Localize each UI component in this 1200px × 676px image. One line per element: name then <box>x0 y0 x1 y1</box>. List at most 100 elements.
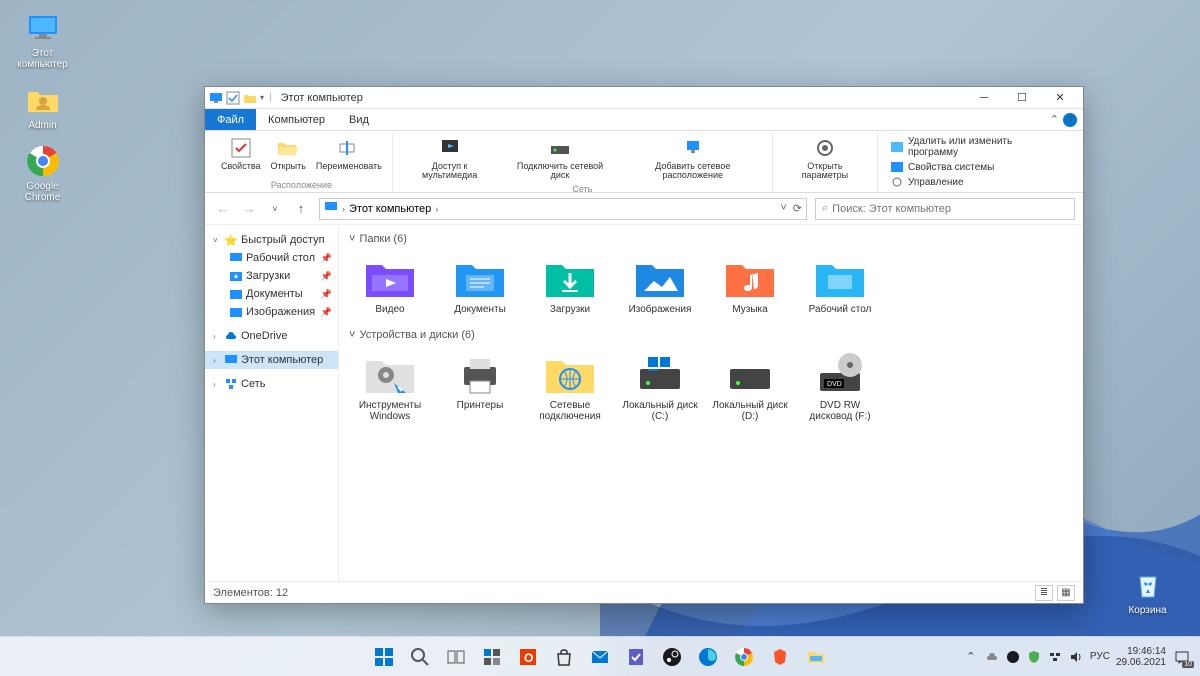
forward-button[interactable]: → <box>239 199 259 219</box>
folder-music[interactable]: Музыка <box>709 251 791 319</box>
search-input[interactable] <box>832 203 1068 215</box>
ribbon-tabs: Файл Компьютер Вид ⌃ ? <box>205 109 1083 131</box>
tab-computer[interactable]: Компьютер <box>256 109 337 130</box>
start-button[interactable] <box>368 641 400 673</box>
item-printers[interactable]: Принтеры <box>439 347 521 426</box>
refresh-icon[interactable]: ⟳ <box>793 202 802 215</box>
view-icons-button[interactable]: ▦ <box>1057 585 1075 601</box>
folder-icon[interactable] <box>243 91 257 105</box>
desktop-icon-admin[interactable]: Admin <box>10 82 75 131</box>
chevron-right-icon[interactable]: › <box>342 204 345 214</box>
desktop-icon-chrome[interactable]: Google Chrome <box>10 143 75 203</box>
ribbon-map-drive[interactable]: Подключить сетевой диск <box>502 133 617 182</box>
ribbon-uninstall[interactable]: Удалить или изменить программу <box>888 135 1067 159</box>
folder-pictures[interactable]: Изображения <box>619 251 701 319</box>
close-button[interactable]: ✕ <box>1041 87 1079 109</box>
desktop-icon-recycle-bin[interactable]: Корзина <box>1115 567 1180 616</box>
tree-network[interactable]: ›Сеть <box>205 375 338 393</box>
ribbon-open-settings[interactable]: Открыть параметры <box>779 133 871 182</box>
steam-tray-icon[interactable] <box>1005 649 1021 665</box>
taskbar-app-steam[interactable] <box>656 641 688 673</box>
ribbon-add-network[interactable]: Добавить сетевое расположение <box>620 133 766 182</box>
ribbon-open[interactable]: Открыть <box>267 133 310 178</box>
taskbar-app-chrome[interactable] <box>728 641 760 673</box>
ribbon-properties[interactable]: Свойства <box>217 133 265 178</box>
maximize-button[interactable]: ☐ <box>1003 87 1041 109</box>
checkbox-icon[interactable] <box>226 91 240 105</box>
ribbon-system-props[interactable]: Свойства системы <box>888 160 1067 174</box>
taskbar-app-office[interactable]: O <box>512 641 544 673</box>
pin-icon[interactable]: 📌 <box>321 253 332 264</box>
clock[interactable]: 19:46:14 29.06.2021 <box>1116 646 1166 668</box>
search-icon: ⌕ <box>822 202 828 215</box>
taskbar-app-store[interactable] <box>548 641 580 673</box>
item-dvd-drive[interactable]: DVDDVD RW дисковод (F:) <box>799 347 881 426</box>
monitor-icon <box>324 200 338 217</box>
item-local-disk-d[interactable]: Локальный диск (D:) <box>709 347 791 426</box>
chevron-down-icon[interactable]: ˅ <box>213 236 221 245</box>
tree-onedrive[interactable]: ›OneDrive <box>205 327 338 345</box>
section-drives-header[interactable]: ˅Устройства и диски (6) <box>349 329 1073 341</box>
security-tray-icon[interactable] <box>1026 649 1042 665</box>
volume-tray-icon[interactable] <box>1068 649 1084 665</box>
widgets-button[interactable] <box>476 641 508 673</box>
tray-overflow-icon[interactable]: ⌃ <box>963 649 979 665</box>
breadcrumb-segment[interactable]: Этот компьютер <box>349 203 431 215</box>
search-box[interactable]: ⌕ <box>815 198 1075 220</box>
folder-desktop[interactable]: Рабочий стол <box>799 251 881 319</box>
svg-text:DVD: DVD <box>827 381 842 388</box>
item-windows-tools[interactable]: Инструменты Windows <box>349 347 431 426</box>
network-tray-icon[interactable] <box>1047 649 1063 665</box>
taskbar-app-brave[interactable] <box>764 641 796 673</box>
tree-documents[interactable]: Документы📌 <box>205 285 338 303</box>
up-button[interactable]: ↑ <box>291 199 311 219</box>
chevron-right-icon[interactable]: › <box>213 356 221 365</box>
notifications-button[interactable]: 10 <box>1172 647 1192 667</box>
chevron-right-icon[interactable]: › <box>213 332 221 341</box>
taskbar-app-edge[interactable] <box>692 641 724 673</box>
folder-videos[interactable]: Видео <box>349 251 431 319</box>
chevron-down-icon[interactable]: ˅ <box>780 202 786 215</box>
help-icon[interactable]: ? <box>1063 113 1077 127</box>
tab-view[interactable]: Вид <box>337 109 381 130</box>
pin-icon[interactable]: 📌 <box>321 289 332 300</box>
ribbon-media-access[interactable]: Доступ к мультимедиа <box>399 133 500 182</box>
view-details-button[interactable]: ≣ <box>1035 585 1053 601</box>
item-network-connections[interactable]: Сетевые подключения <box>529 347 611 426</box>
ribbon-rename[interactable]: Переименовать <box>312 133 386 178</box>
address-bar[interactable]: › Этот компьютер › ˅ ⟳ <box>319 198 807 220</box>
desktop-icon-this-pc[interactable]: Этот компьютер <box>10 10 75 70</box>
svg-text:O: O <box>524 651 533 665</box>
tree-desktop[interactable]: Рабочий стол📌 <box>205 249 338 267</box>
programs-icon <box>890 141 904 153</box>
pin-icon[interactable]: 📌 <box>321 271 332 282</box>
section-folders-header[interactable]: ˅Папки (6) <box>349 233 1073 245</box>
history-dropdown[interactable]: ˅ <box>265 199 285 219</box>
taskbar-app-todo[interactable] <box>620 641 652 673</box>
folder-downloads[interactable]: Загрузки <box>529 251 611 319</box>
tree-quick-access[interactable]: ˅⭐Быстрый доступ <box>205 231 338 249</box>
titlebar[interactable]: ▾ | Этот компьютер ─ ☐ ✕ <box>205 87 1083 109</box>
tree-this-pc[interactable]: ›Этот компьютер <box>205 351 338 369</box>
chevron-right-icon[interactable]: › <box>435 204 438 214</box>
ribbon: Свойства Открыть Переименовать Расположе… <box>205 131 1083 193</box>
pin-icon[interactable]: 📌 <box>321 307 332 318</box>
item-local-disk-c[interactable]: Локальный диск (C:) <box>619 347 701 426</box>
language-indicator[interactable]: РУС <box>1090 651 1110 662</box>
taskbar-app-explorer[interactable] <box>800 641 832 673</box>
ribbon-manage[interactable]: Управление <box>888 175 1067 189</box>
onedrive-tray-icon[interactable] <box>984 649 1000 665</box>
ribbon-collapse-icon[interactable]: ⌃ <box>1050 113 1059 126</box>
folder-documents[interactable]: Документы <box>439 251 521 319</box>
minimize-button[interactable]: ─ <box>965 87 1003 109</box>
back-button[interactable]: ← <box>213 199 233 219</box>
search-button[interactable] <box>404 641 436 673</box>
chevron-right-icon[interactable]: › <box>213 380 221 389</box>
tree-pictures[interactable]: Изображения📌 <box>205 303 338 321</box>
task-view-button[interactable] <box>440 641 472 673</box>
chevron-down-icon[interactable]: ▾ <box>260 93 264 102</box>
taskbar-app-mail[interactable] <box>584 641 616 673</box>
tab-file[interactable]: Файл <box>205 109 256 130</box>
drive-icon <box>724 351 776 397</box>
tree-downloads[interactable]: Загрузки📌 <box>205 267 338 285</box>
